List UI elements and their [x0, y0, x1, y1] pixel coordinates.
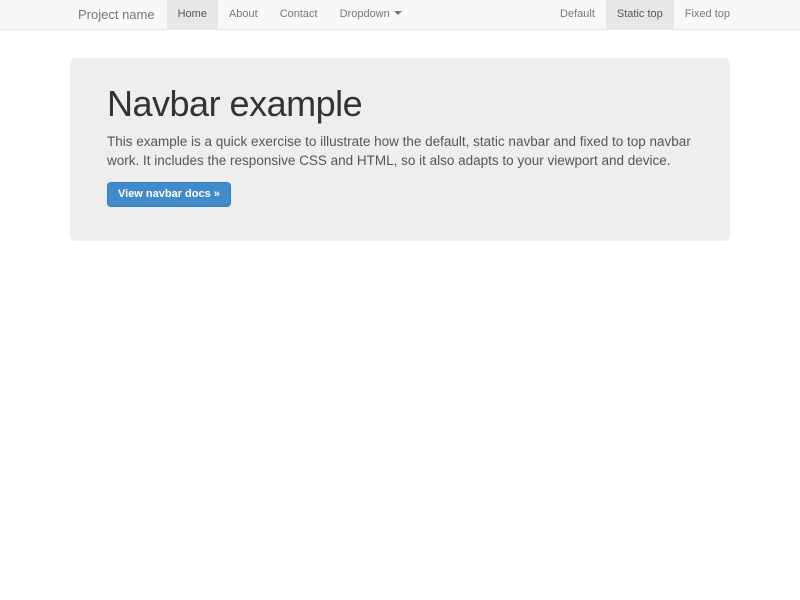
nav-item-static-top: Static top [606, 0, 674, 29]
nav-item-home: Home [167, 0, 218, 29]
nav-link-dropdown[interactable]: Dropdown [329, 0, 413, 29]
caret-down-icon [394, 11, 402, 15]
page-title: Navbar example [107, 85, 693, 124]
nav-item-default: Default [549, 0, 606, 29]
nav-link-contact[interactable]: Contact [269, 0, 329, 29]
nav-item-contact: Contact [269, 0, 329, 29]
nav-link-static-top[interactable]: Static top [606, 0, 674, 29]
nav-link-default[interactable]: Default [549, 0, 606, 29]
jumbotron-description: This example is a quick exercise to illu… [107, 132, 693, 171]
navbar-brand[interactable]: Project name [70, 0, 163, 29]
navbar-container: Project name Home About Contact Dropdown… [70, 0, 730, 29]
navbar-right-nav: Default Static top Fixed top [549, 0, 741, 29]
nav-link-home[interactable]: Home [167, 0, 218, 29]
nav-dropdown-label: Dropdown [340, 8, 390, 20]
nav-item-dropdown: Dropdown [329, 0, 413, 29]
navbar-left-nav: Home About Contact Dropdown [167, 0, 413, 29]
view-navbar-docs-button[interactable]: View navbar docs » [107, 182, 231, 207]
nav-item-fixed-top: Fixed top [674, 0, 741, 29]
nav-link-about[interactable]: About [218, 0, 269, 29]
nav-link-fixed-top[interactable]: Fixed top [674, 0, 741, 29]
nav-item-about: About [218, 0, 269, 29]
top-navbar: Project name Home About Contact Dropdown… [0, 0, 800, 30]
jumbotron: Navbar example This example is a quick e… [70, 58, 730, 241]
